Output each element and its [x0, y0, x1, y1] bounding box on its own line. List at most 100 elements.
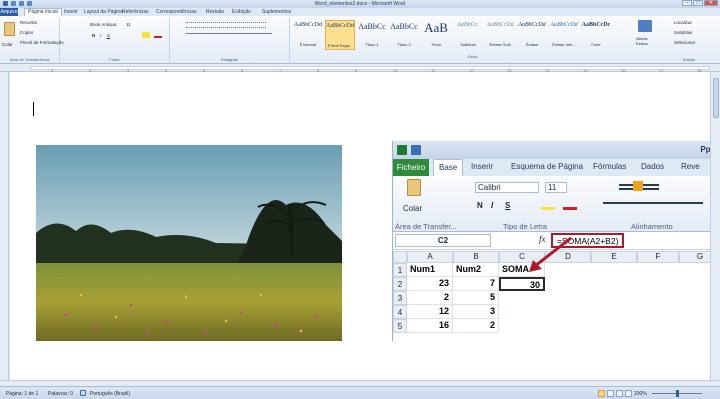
highlight-icon[interactable] [142, 32, 150, 38]
excel-name-box: C2 [395, 234, 491, 247]
style-sample: AaBbCcDc [581, 22, 611, 28]
style-name: Ênfase Inte... [552, 42, 576, 47]
excel-row-header: 4 [393, 305, 407, 319]
style-title[interactable]: AaB Título [421, 20, 451, 50]
vertical-ruler [0, 72, 9, 380]
excel-indent-icons [603, 202, 703, 208]
change-styles-icon[interactable] [638, 20, 652, 32]
replace-button[interactable]: Substituir [674, 30, 693, 35]
alignment-icons[interactable] [186, 33, 272, 39]
tab-review[interactable]: Revisão [206, 9, 224, 15]
format-painter-button[interactable]: Pincel de Formatação [20, 40, 64, 45]
style-strong[interactable]: AaBbCcDc Forte [581, 20, 611, 50]
font-family-select[interactable]: Book Antiqua [90, 22, 117, 27]
excel-cell: 12 [407, 305, 453, 319]
tab-references[interactable]: Referências [122, 9, 149, 15]
excel-tab-formulas: Fórmulas [593, 162, 627, 171]
print-layout-button[interactable] [598, 390, 605, 397]
language-indicator[interactable]: Português (Brasil) [90, 391, 130, 397]
italic-button[interactable]: I [100, 33, 101, 38]
tab-addins[interactable]: Suplementos [262, 9, 291, 15]
copy-button[interactable]: Copiar [20, 30, 33, 35]
ribbon-tabs: Arquivo Página Inicial Inserir Layout da… [0, 8, 720, 16]
tab-view[interactable]: Exibição [232, 9, 251, 15]
excel-font-color-icon [563, 200, 577, 210]
style-emphasis[interactable]: AaBbCcDd Ênfase [517, 20, 547, 50]
styles-group-label: Estilo [468, 54, 478, 59]
style-subtitle[interactable]: AaBbCc. Subtítulo [453, 20, 483, 50]
excel-cell: Num1 [407, 263, 453, 277]
style-no-spacing[interactable]: AaBbCcDd ¶ Sem Espa... [325, 20, 355, 50]
excel-row-header: 2 [393, 277, 407, 291]
style-heading-2[interactable]: AaBbCc Título 2 [389, 20, 419, 50]
excel-tab-file: Ficheiro [393, 159, 429, 176]
style-sample: AaBbCcDd [550, 22, 578, 28]
tab-insert[interactable]: Inserir [64, 9, 78, 15]
zoom-slider[interactable] [652, 390, 702, 397]
annotation-arrow-icon [529, 236, 572, 272]
proofing-icon[interactable] [80, 390, 86, 396]
underline-button[interactable]: S [107, 33, 110, 38]
font-color-icon[interactable] [154, 32, 162, 38]
list-icons[interactable] [186, 22, 266, 28]
style-intense-emphasis[interactable]: AaBbCcDd Ênfase Inte... [549, 20, 579, 50]
style-sample: AaBbCcDd [294, 22, 322, 28]
zoom-level[interactable]: 200% [634, 391, 647, 397]
excel-title-bar: Pplw [393, 141, 720, 159]
minimize-button[interactable]: – [682, 0, 692, 6]
excel-cell: Num2 [453, 263, 499, 277]
full-screen-button[interactable] [607, 390, 614, 397]
word-count[interactable]: Palavras: 0 [48, 391, 73, 397]
style-normal[interactable]: AaBbCcDd ¶ Normal [293, 20, 323, 50]
ribbon: Colar Recortar Copiar Pincel de Formataç… [0, 16, 720, 64]
zoom-slider-knob[interactable] [676, 390, 679, 397]
styles-gallery: AaBbCcDd ¶ Normal AaBbCcDd ¶ Sem Espa... A… [293, 18, 623, 54]
style-sample: AaBbCcDd [486, 22, 514, 28]
landscape-photo[interactable] [36, 145, 342, 341]
excel-icon [397, 145, 407, 155]
excel-selected-cell: 30 [499, 277, 545, 291]
tab-file[interactable]: Arquivo [0, 8, 18, 16]
status-bar: Página: 1 de 1 Palavras: 0 Português (Br… [0, 386, 720, 399]
tab-home[interactable]: Página Inicial [24, 8, 62, 16]
excel-cell: 16 [407, 319, 453, 333]
style-heading-1[interactable]: AaBbCc Título 1 [357, 20, 387, 50]
excel-corner [393, 251, 407, 263]
web-layout-button[interactable] [616, 390, 623, 397]
ruler-track[interactable]: 1 2 3 4 5 6 7 8 9 10 11 12 13 14 15 16 1… [30, 66, 710, 73]
paragraph-group-label: Parágrafo [220, 57, 239, 62]
close-button[interactable]: ✕ [704, 0, 718, 6]
bold-button[interactable]: N [92, 33, 95, 38]
excel-col-header: A [407, 251, 453, 263]
text-cursor [33, 102, 34, 116]
font-group: Book Antiqua 11 N I S Fonte [60, 18, 170, 62]
cut-button[interactable]: Recortar [20, 20, 37, 25]
draft-button[interactable] [625, 390, 632, 397]
vertical-scrollbar[interactable] [710, 72, 720, 380]
excel-cell: 5 [453, 291, 499, 305]
excel-tabs: Ficheiro Base Inserir Esquema de Página … [393, 159, 720, 176]
style-name: Título [430, 42, 441, 47]
style-sample: AaBbCcDd [326, 23, 354, 29]
excel-tab-home: Base [433, 159, 464, 176]
font-size-select[interactable]: 11 [126, 22, 131, 27]
change-styles-button[interactable]: Alterar Estilos [636, 36, 656, 46]
style-subtle-emphasis[interactable]: AaBbCcDd Ênfase Sutil [485, 20, 515, 50]
select-button[interactable]: Selecionar [674, 40, 695, 45]
style-sample: AaBbCc. [457, 22, 479, 28]
font-group-label: Fonte [109, 57, 120, 62]
scrollbar-thumb[interactable] [713, 78, 719, 118]
maximize-button[interactable]: □ [693, 0, 703, 6]
paste-icon[interactable] [4, 22, 15, 36]
excel-tab-page-layout: Esquema de Página [511, 162, 584, 171]
page-count[interactable]: Página: 1 de 1 [6, 391, 38, 397]
paste-button[interactable]: Colar [2, 42, 13, 47]
tab-page-layout[interactable]: Layout da Página [84, 9, 123, 15]
style-sample: AaBbCc [390, 22, 418, 31]
find-button[interactable]: Localizar [674, 20, 692, 25]
style-name: Ênfase [525, 42, 539, 47]
tab-mailings[interactable]: Correspondências [156, 9, 197, 15]
excel-cell: 2 [453, 319, 499, 333]
excel-row-header: 3 [393, 291, 407, 305]
excel-tab-review: Reve [681, 162, 700, 171]
